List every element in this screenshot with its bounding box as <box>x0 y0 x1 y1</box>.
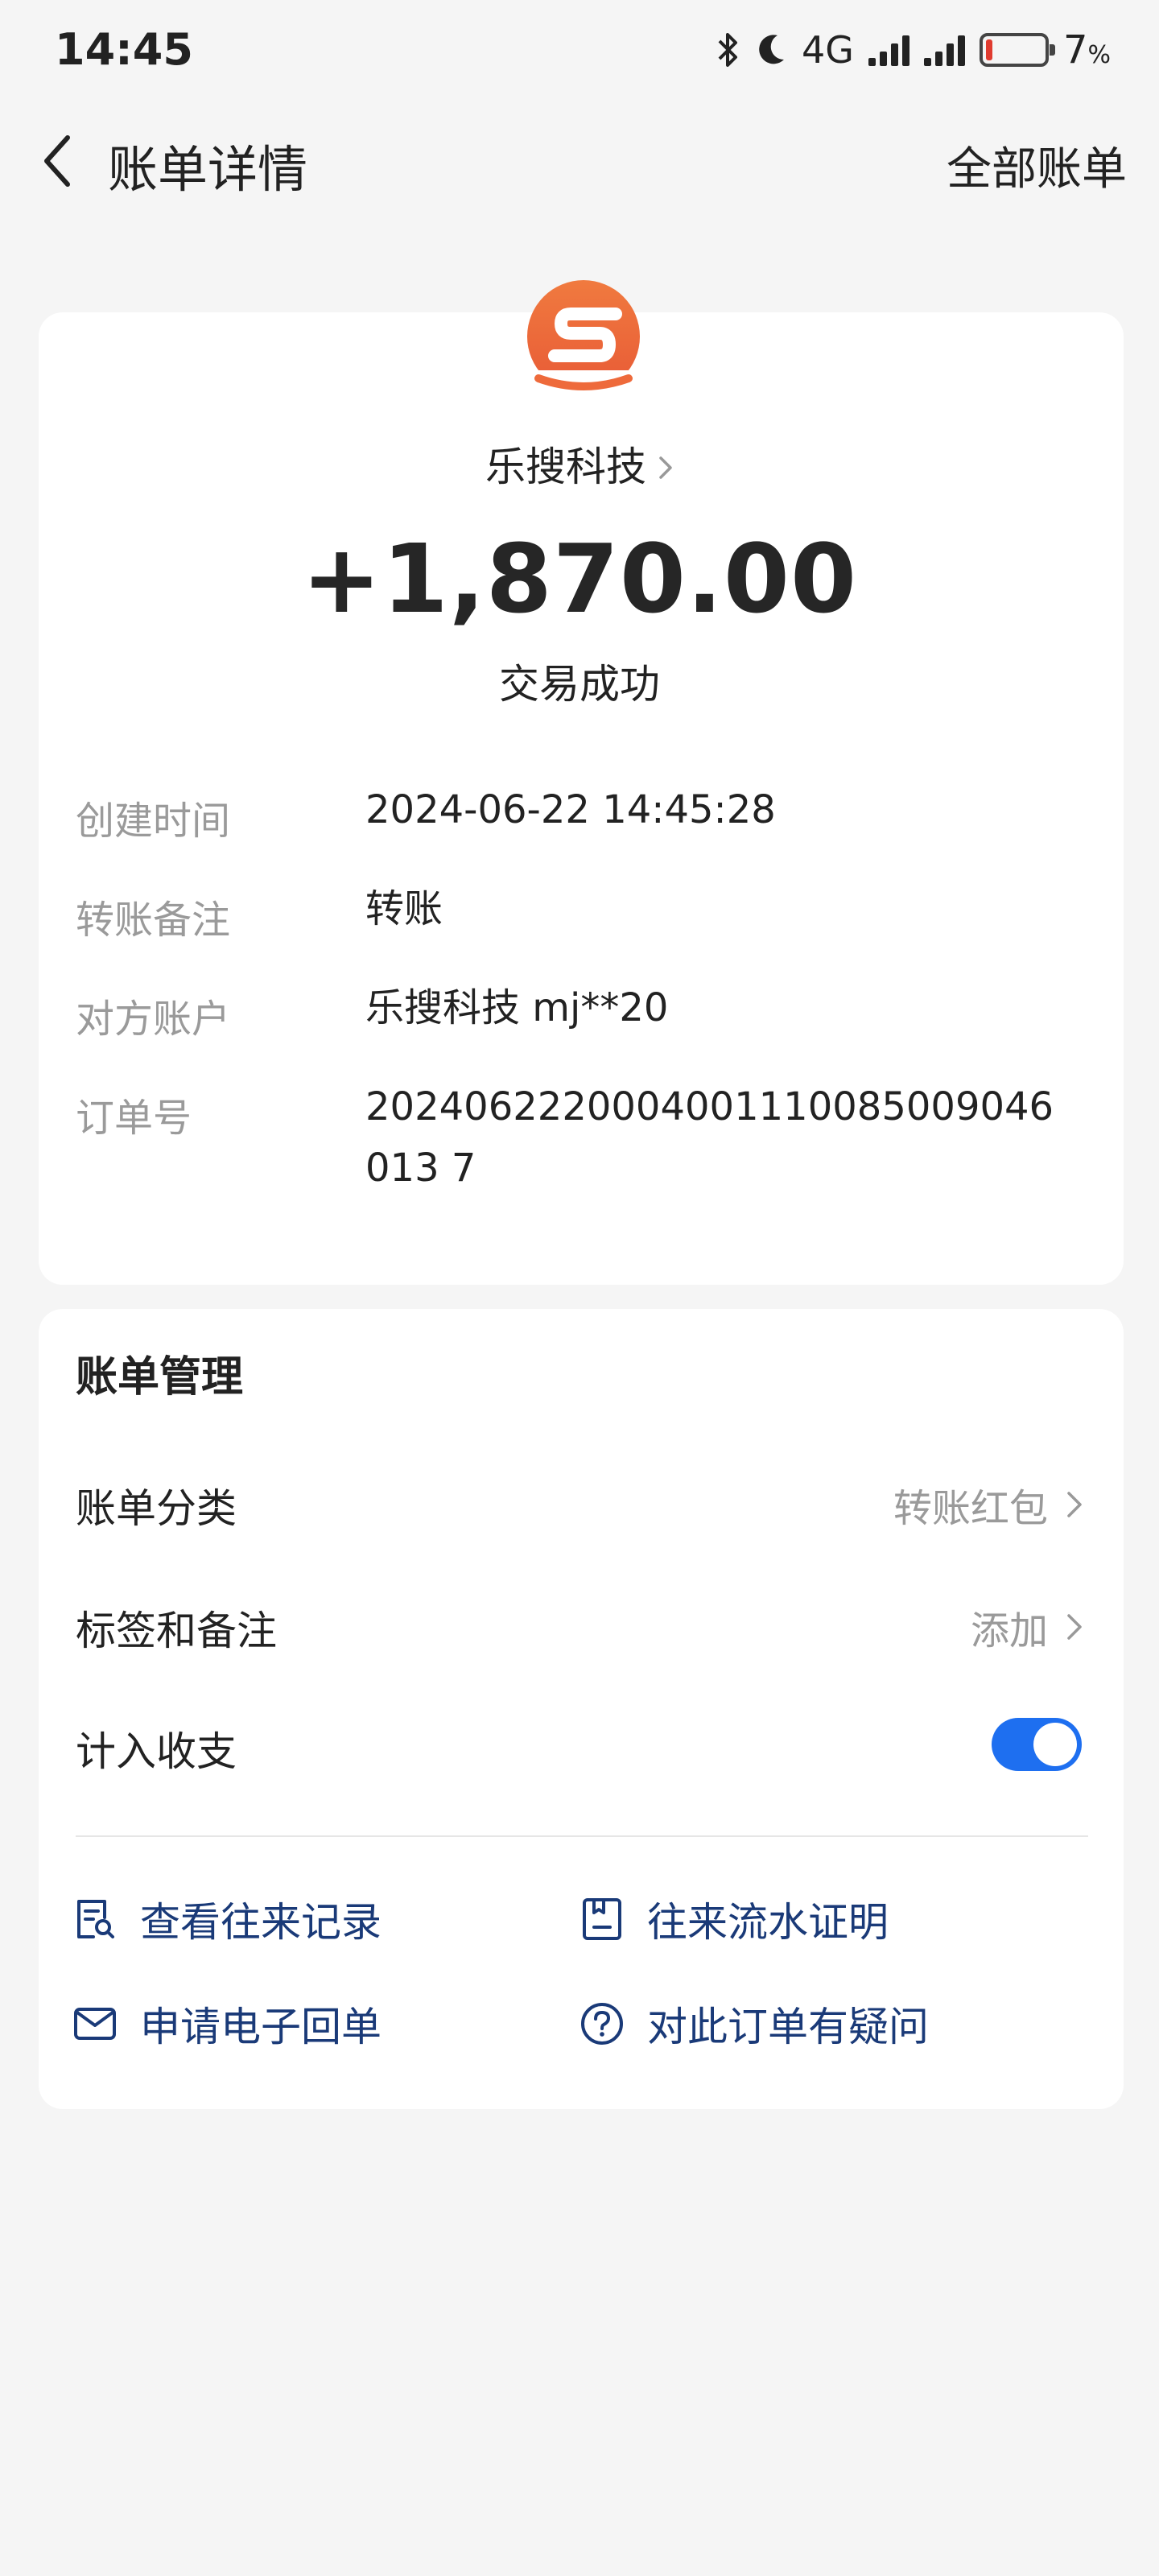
detail-value-remark: 转账 <box>365 886 443 931</box>
bill-management-card <box>39 1309 1124 2109</box>
bluetooth-icon <box>718 33 738 67</box>
merchant-logo <box>526 280 641 399</box>
detail-label-remark: 转账备注 <box>76 898 231 943</box>
battery-level: 7% <box>1062 27 1111 72</box>
transaction-status: 交易成功 <box>499 661 660 708</box>
bill-category-button[interactable]: 转账红包 <box>893 1476 1083 1533</box>
chevron-left-icon <box>44 135 70 187</box>
record-search-icon <box>77 1900 114 1938</box>
status-time: 14:45 <box>55 24 193 75</box>
include-in-ledger-label: 计入收支 <box>76 1728 237 1775</box>
battery-icon <box>979 33 1055 67</box>
bill-category-value: 转账红包 <box>893 1486 1048 1531</box>
bill-category-label: 账单分类 <box>76 1485 237 1532</box>
transaction-amount: +1,870.00 <box>301 523 858 634</box>
tags-add-button[interactable]: 添加 <box>971 1599 1083 1655</box>
view-records-label: 查看往来记录 <box>140 1899 382 1946</box>
chevron-right-icon <box>1067 1614 1082 1640</box>
chevron-right-icon <box>658 447 674 493</box>
divider <box>76 1835 1088 1837</box>
order-question-button[interactable]: 对此订单有疑问 <box>580 1995 929 2053</box>
merchant-name: 乐搜科技 <box>485 444 646 490</box>
detail-label-counterparty: 对方账户 <box>76 997 231 1042</box>
statement-proof-icon <box>583 1898 621 1940</box>
page-title: 账单详情 <box>108 140 308 199</box>
back-button[interactable] <box>32 129 80 193</box>
toggle-knob <box>1033 1723 1077 1766</box>
tags-label: 标签和备注 <box>76 1608 277 1654</box>
statement-proof-label: 往来流水证明 <box>647 1899 889 1946</box>
all-bills-link[interactable]: 全部账单 <box>947 133 1127 198</box>
signal-icon <box>868 34 909 66</box>
view-records-button[interactable]: 查看往来记录 <box>72 1890 382 1948</box>
moon-icon <box>759 35 785 64</box>
detail-value-created-time: 2024-06-22 14:45:28 <box>365 787 776 832</box>
mail-icon <box>74 2008 116 2040</box>
question-icon <box>581 2003 623 2045</box>
detail-label-created-time: 创建时间 <box>76 799 231 844</box>
detail-value-order-number: 2024062220004001110085009046013 7 <box>365 1084 1054 1191</box>
status-icons: 4G 7% <box>716 27 1111 72</box>
statement-proof-button[interactable]: 往来流水证明 <box>580 1890 889 1948</box>
detail-label-order-number: 订单号 <box>76 1096 192 1141</box>
merchant-name-link[interactable]: 乐搜科技 <box>0 435 1159 493</box>
e-receipt-label: 申请电子回单 <box>140 2004 382 2050</box>
detail-value-counterparty: 乐搜科技 mj**20 <box>365 985 669 1030</box>
section-title: 账单管理 <box>76 1353 244 1402</box>
chevron-right-icon <box>1067 1492 1082 1517</box>
network-type: 4G <box>802 28 854 72</box>
signal-icon-2 <box>923 34 965 66</box>
include-in-ledger-toggle[interactable] <box>992 1718 1082 1771</box>
e-receipt-button[interactable]: 申请电子回单 <box>72 1995 382 2053</box>
tags-value: 添加 <box>970 1608 1048 1653</box>
order-question-label: 对此订单有疑问 <box>647 2004 929 2050</box>
